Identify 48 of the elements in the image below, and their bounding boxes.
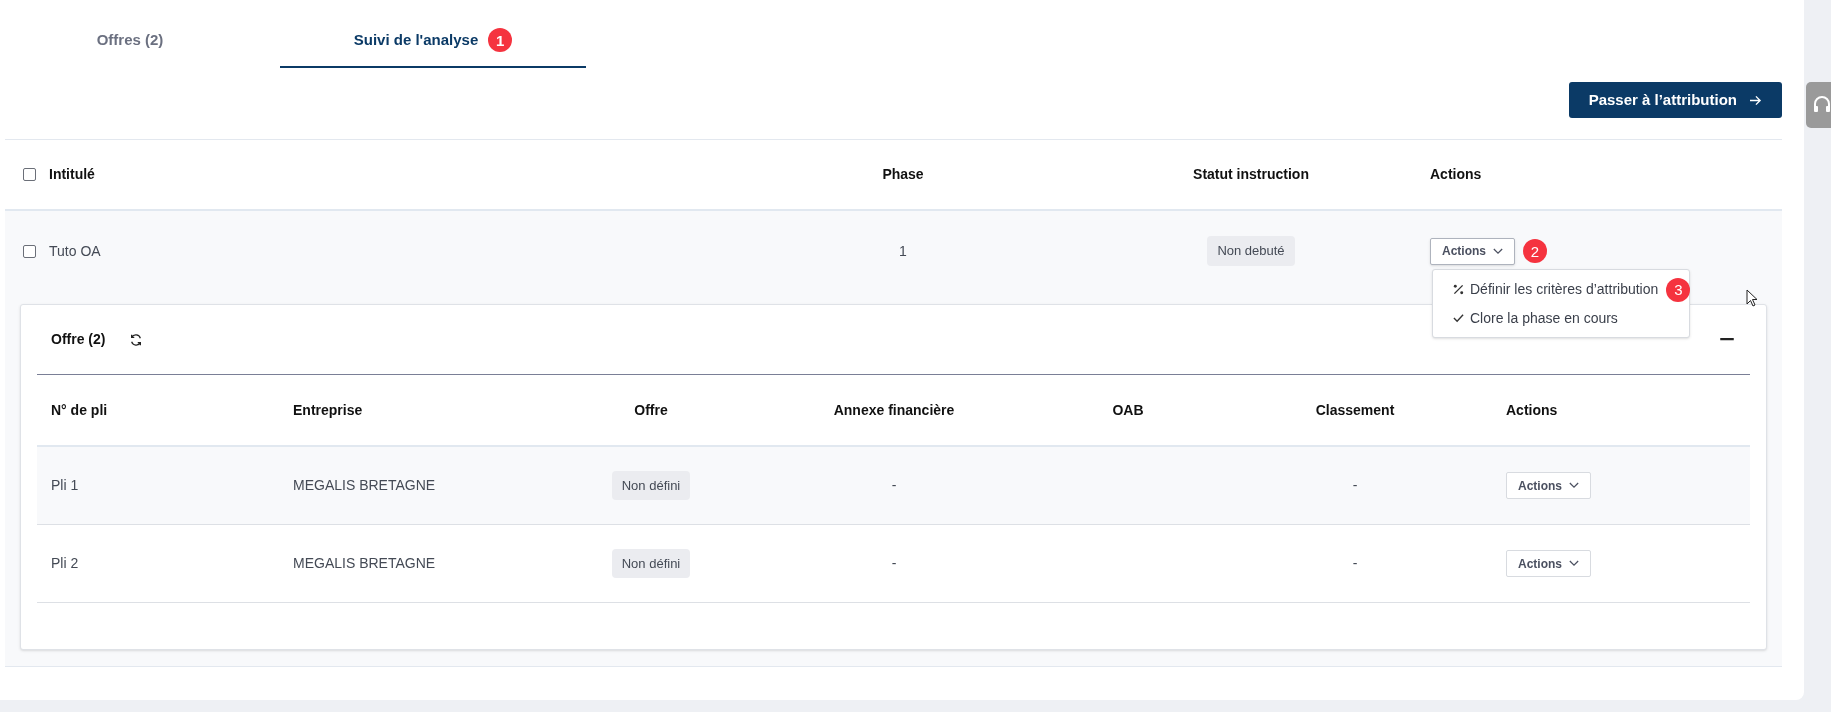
column-header: OAB bbox=[1112, 400, 1144, 420]
tab[interactable]: Offres (2) bbox=[5, 0, 255, 68]
column-header: Entreprise bbox=[293, 400, 363, 420]
chevron-down-icon bbox=[1569, 482, 1579, 489]
actions-dropdown[interactable]: Actions bbox=[1506, 472, 1591, 499]
menu-item[interactable]: Définir les critères d’attribution bbox=[1453, 279, 1659, 300]
status-tag: Non défini bbox=[611, 470, 691, 501]
actions-dropdown[interactable]: Actions bbox=[1430, 237, 1515, 265]
menu-item[interactable]: Clore la phase en cours bbox=[1453, 307, 1618, 329]
headset-icon bbox=[1812, 95, 1831, 115]
column-header: Actions bbox=[1430, 166, 1482, 182]
column-header: Intitulé bbox=[49, 165, 95, 184]
arrow-right-icon bbox=[1749, 94, 1762, 106]
column-header: Actions bbox=[1506, 400, 1558, 420]
percent-icon bbox=[1453, 284, 1464, 295]
tab[interactable]: Suivi de l'analyse 1 bbox=[280, 0, 586, 68]
table-cell-text: MEGALIS BRETAGNE bbox=[293, 554, 436, 573]
table-cell-text: - bbox=[891, 476, 897, 495]
table-cell: 1 bbox=[899, 242, 907, 259]
status-tag: Non debuté bbox=[1207, 236, 1295, 266]
step-number-badge: 3 bbox=[1666, 277, 1691, 302]
chevron-down-icon bbox=[1493, 247, 1503, 255]
status-tag: Non défini bbox=[611, 548, 691, 579]
proceed-button[interactable]: Passer à l’attribution bbox=[1568, 82, 1782, 118]
column-header: Phase bbox=[882, 166, 924, 182]
table-cell-text: Pli 2 bbox=[51, 554, 79, 573]
column-header: N° de pli bbox=[51, 400, 108, 420]
table-cell-text: - bbox=[1352, 476, 1358, 495]
refresh-icon[interactable] bbox=[129, 332, 144, 347]
table-cell-text: Pli 1 bbox=[51, 476, 79, 495]
table-cell-text: - bbox=[891, 554, 897, 573]
checkbox[interactable] bbox=[23, 168, 36, 181]
step-number-badge: 1 bbox=[488, 28, 513, 52]
check-icon bbox=[1453, 313, 1464, 323]
step-number-badge: 2 bbox=[1523, 239, 1547, 263]
table-cell-text: MEGALIS BRETAGNE bbox=[293, 476, 436, 495]
table-cell-text: - bbox=[1352, 554, 1358, 573]
column-header: Statut instruction bbox=[1193, 166, 1309, 182]
column-header: Classement bbox=[1315, 400, 1395, 420]
card-title: Offre (2) bbox=[50, 330, 106, 349]
collapse-icon[interactable] bbox=[1718, 338, 1736, 341]
help-widget[interactable] bbox=[1806, 82, 1831, 128]
table-cell-text: Tuto OA bbox=[49, 241, 101, 261]
column-header: Offre bbox=[634, 400, 668, 420]
chevron-down-icon bbox=[1569, 560, 1579, 567]
checkbox[interactable] bbox=[23, 244, 36, 258]
column-header: Annexe financière bbox=[833, 400, 955, 420]
actions-dropdown[interactable]: Actions bbox=[1506, 550, 1591, 577]
